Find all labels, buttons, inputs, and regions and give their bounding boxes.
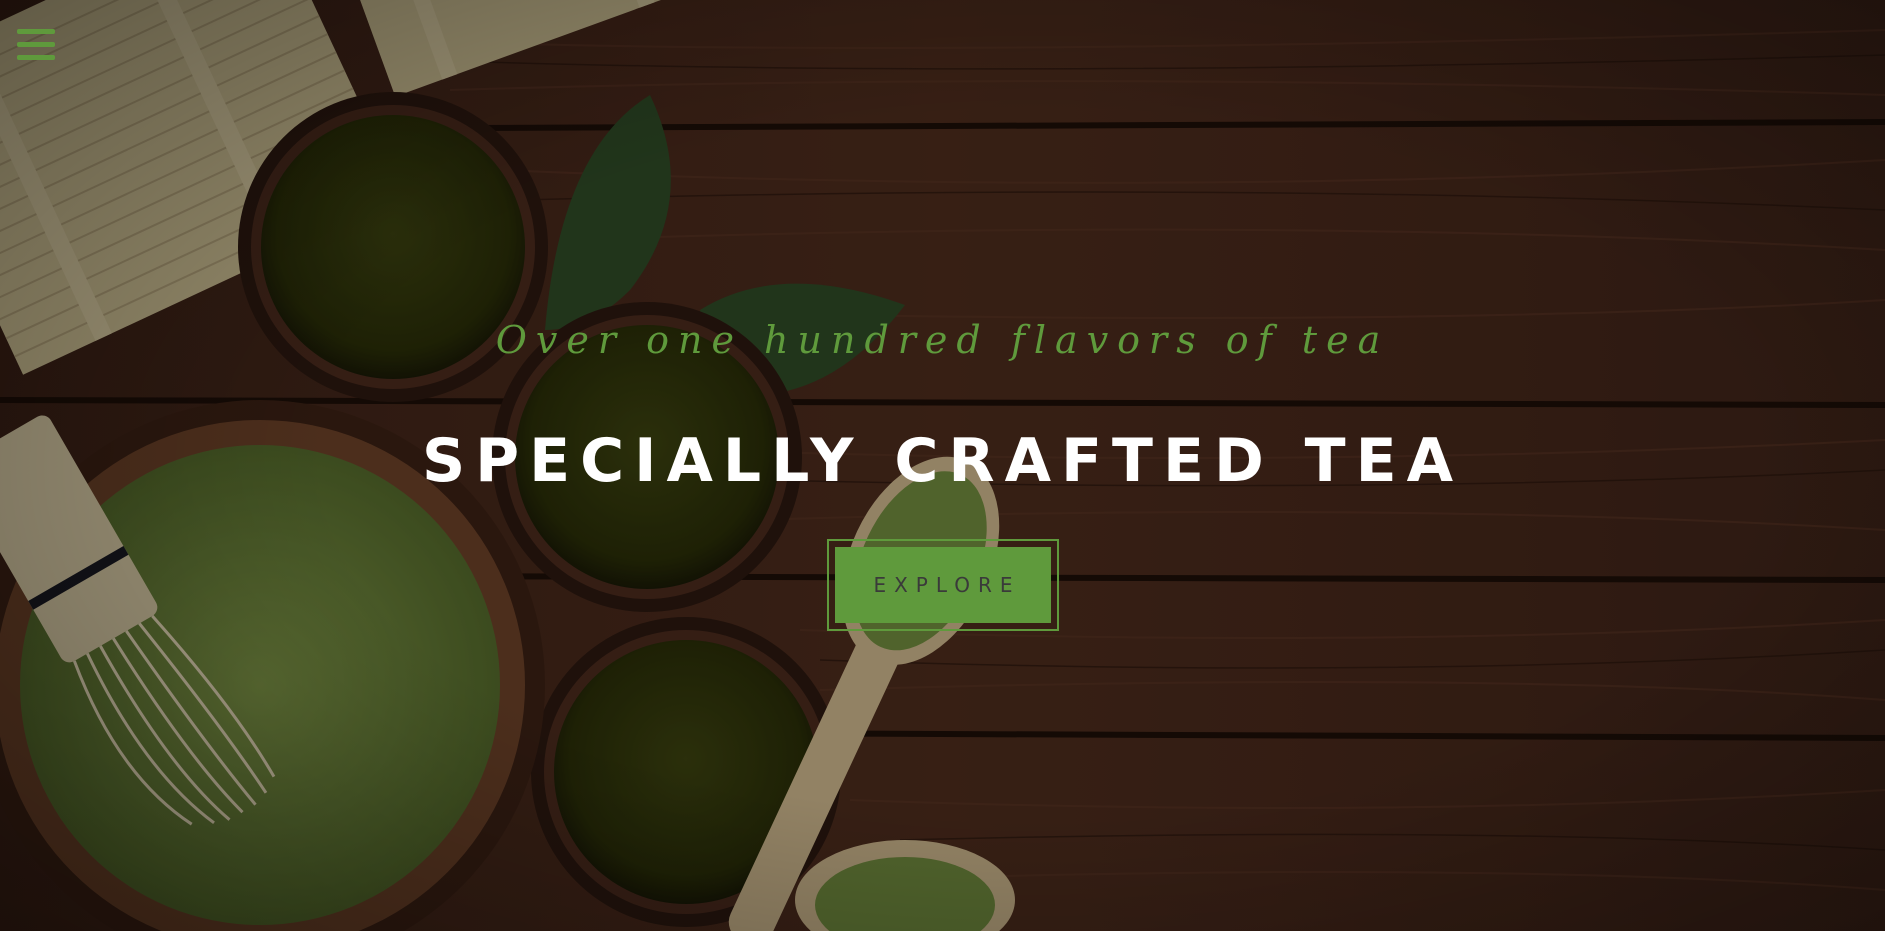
menu-toggle-button[interactable] xyxy=(17,29,55,65)
hero-headline: SPECIALLY CRAFTED TEA xyxy=(421,426,1464,496)
explore-button-frame: EXPLORE xyxy=(827,539,1059,631)
hero-tagline: Over one hundred flavors of tea xyxy=(495,318,1390,362)
explore-button[interactable]: EXPLORE xyxy=(835,547,1051,623)
hamburger-icon xyxy=(17,29,55,60)
hero-section: Over one hundred flavors of tea SPECIALL… xyxy=(0,0,1885,931)
